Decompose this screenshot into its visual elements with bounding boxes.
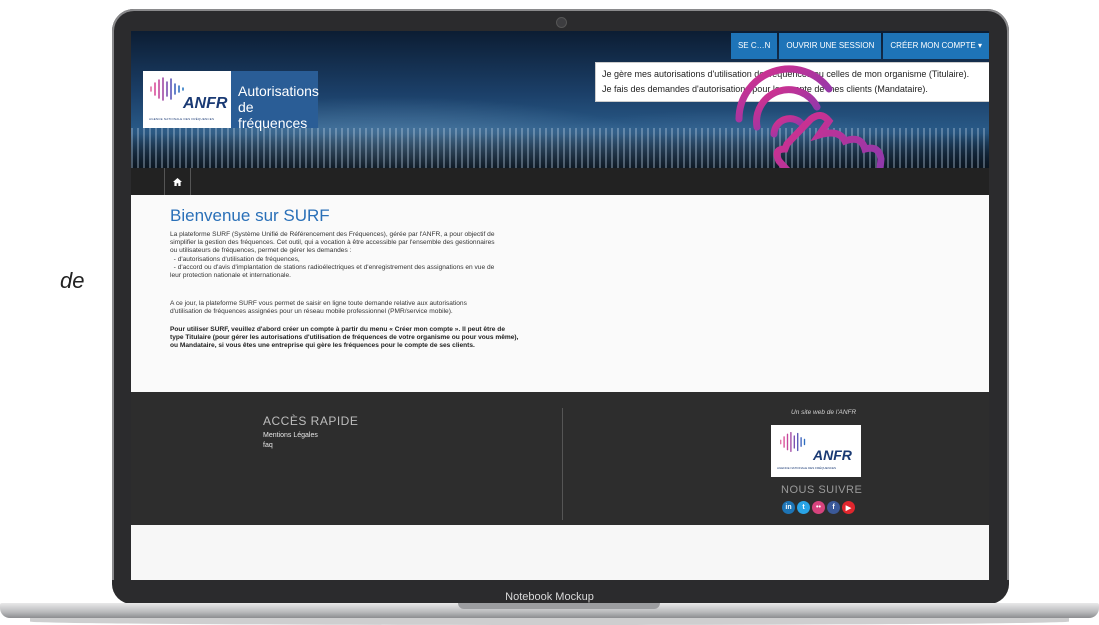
footer-divider (562, 408, 563, 520)
caret-down-icon: ▾ (977, 41, 982, 50)
camera (556, 17, 567, 28)
below-footer-area (131, 525, 989, 580)
laptop-shadow (30, 618, 1069, 625)
follow-us-title: NOUS SUIVRE (781, 484, 863, 496)
create-account-button[interactable]: CRÉER MON COMPTE ▾ (883, 33, 989, 59)
footer-logo-subtitle: AGENCE NATIONALE DES FRÉQUENCES (777, 466, 836, 470)
page-title: Bienvenue sur SURF (170, 206, 330, 225)
screen: ANFR AGENCE NATIONALE DES FRÉQUENCES Aut… (131, 31, 989, 580)
logo-name: ANFR (183, 95, 228, 112)
quick-access-title: ACCÈS RAPIDE (263, 414, 359, 428)
legal-notice-link[interactable]: Mentions Légales (263, 432, 318, 439)
main-content: Bienvenue sur SURF La plateforme SURF (S… (131, 195, 989, 392)
twitter-icon[interactable]: t (797, 501, 810, 514)
site-web-note: Un site web de l'ANFR (791, 409, 857, 416)
home-icon (173, 177, 182, 186)
side-text-fragment: de (60, 268, 85, 293)
home-button[interactable] (164, 168, 191, 195)
navbar (131, 168, 989, 195)
footer-logo-name: ANFR (813, 447, 852, 463)
footer-logo[interactable]: ANFR AGENCE NATIONALE DES FRÉQUENCES (771, 425, 861, 477)
intro-paragraph: La plateforme SURF (Système Unifié de Ré… (170, 231, 495, 280)
account-instructions: Pour utiliser SURF, veuillez d'abord cré… (170, 326, 519, 350)
youtube-icon[interactable]: ▶ (842, 501, 855, 514)
faq-link[interactable]: faq (263, 442, 273, 449)
flickr-icon[interactable]: •• (812, 501, 825, 514)
logo-app-title: Autorisations de fréquences (231, 71, 319, 131)
second-paragraph: A ce jour, la plateforme SURF vous perme… (170, 300, 467, 316)
footer: ACCÈS RAPIDE Mentions Légales faq Un sit… (131, 392, 989, 525)
logo-subtitle: AGENCE NATIONALE DES FRÉQUENCES (149, 117, 215, 121)
site-logo[interactable]: ANFR AGENCE NATIONALE DES FRÉQUENCES Aut… (143, 71, 319, 131)
linkedin-icon[interactable]: in (782, 501, 795, 514)
social-icons: in t •• f ▶ (782, 501, 855, 514)
facebook-icon[interactable]: f (827, 501, 840, 514)
laptop-notch (458, 603, 660, 609)
sound-wave-icon (780, 431, 806, 453)
mockup-label: Notebook Mockup (505, 591, 594, 603)
